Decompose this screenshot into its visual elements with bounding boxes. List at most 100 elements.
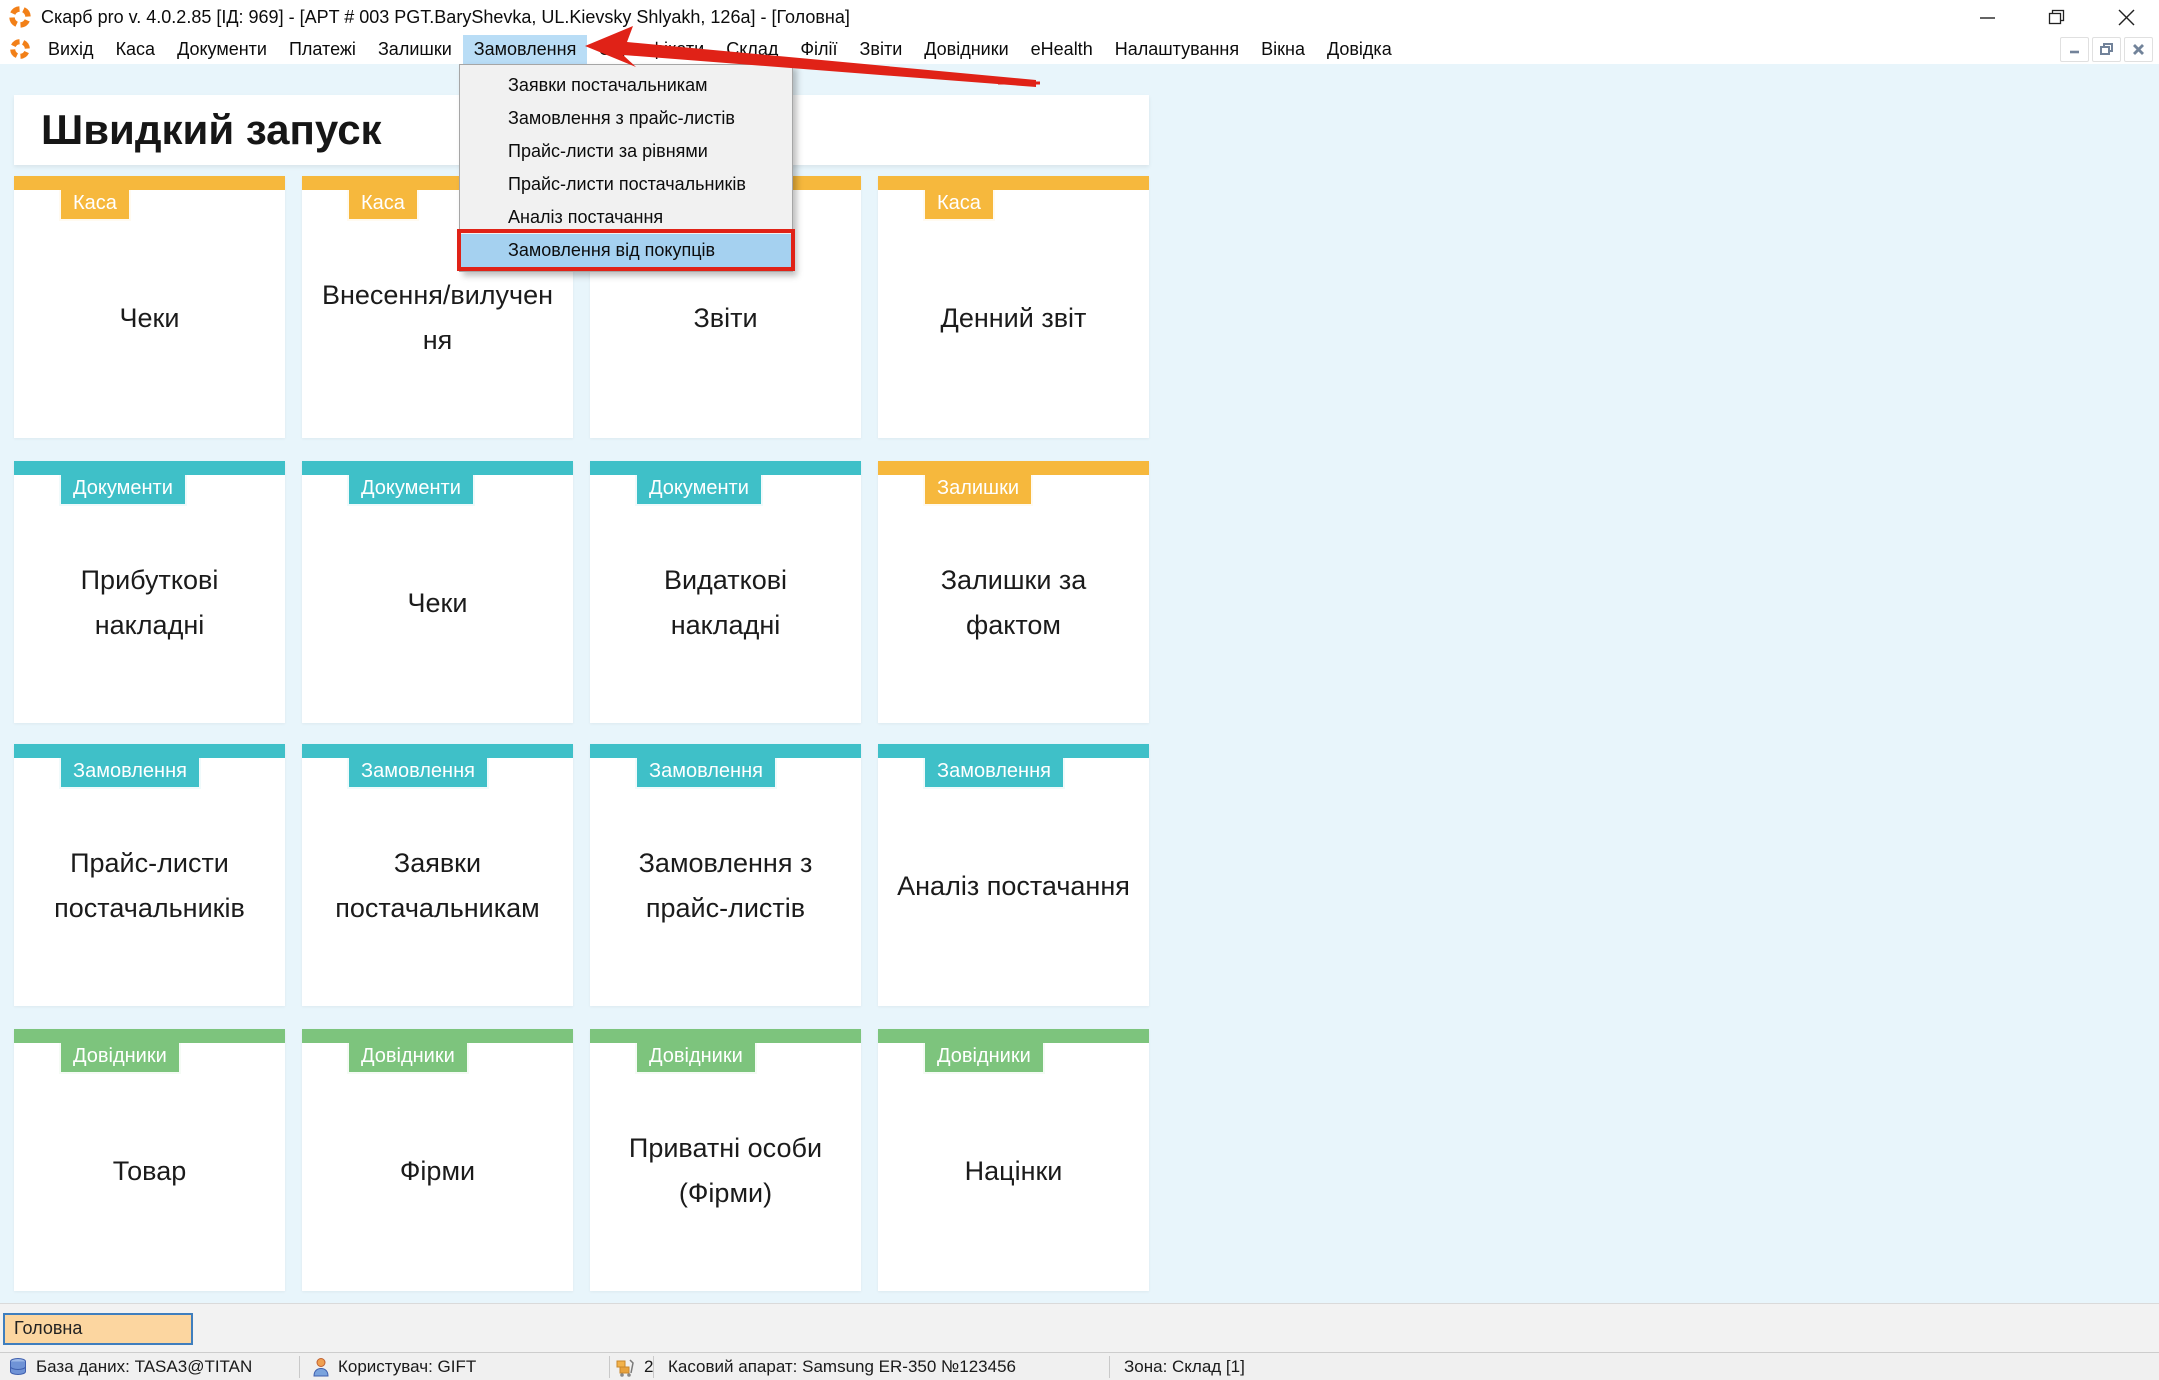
dropdown-item-2[interactable]: Прайс-листи за рівнями bbox=[460, 135, 792, 168]
close-button[interactable] bbox=[2118, 9, 2135, 26]
tile-label: Чеки bbox=[308, 505, 567, 701]
tile-category-strip bbox=[14, 1029, 285, 1043]
menu-item-14[interactable]: Довідка bbox=[1316, 35, 1403, 64]
tile-category-tag: Каса bbox=[347, 190, 419, 221]
tile-0[interactable]: КасаЧеки bbox=[14, 176, 285, 438]
app-logo-icon bbox=[8, 5, 32, 29]
status-segment-0: База даних: TASA3@TITAN bbox=[0, 1354, 300, 1380]
tile-category-tag: Каса bbox=[59, 190, 131, 221]
tile-category-strip bbox=[590, 461, 861, 475]
tile-label: Залишки за фактом bbox=[884, 505, 1143, 701]
status-text: Зона: Склад [1] bbox=[1124, 1357, 1245, 1377]
tile-label: Аналіз постачання bbox=[884, 788, 1143, 984]
tile-category-tag: Замовлення bbox=[59, 758, 201, 789]
tile-label: Приватні особи (Фірми) bbox=[596, 1073, 855, 1269]
user-icon bbox=[312, 1357, 330, 1377]
menu-item-1[interactable]: Каса bbox=[105, 35, 167, 64]
dropdown-item-3[interactable]: Прайс-листи постачальників bbox=[460, 168, 792, 201]
dropdown-item-5[interactable]: Замовлення від покупців bbox=[460, 234, 792, 267]
tile-category-strip bbox=[878, 1029, 1149, 1043]
tile-10[interactable]: ЗамовленняЗамовлення з прайс-листів bbox=[590, 744, 861, 1006]
tile-15[interactable]: ДовідникиНацінки bbox=[878, 1029, 1149, 1291]
tile-14[interactable]: ДовідникиПриватні особи (Фірми) bbox=[590, 1029, 861, 1291]
tile-category-tag: Документи bbox=[635, 475, 763, 506]
status-text: Касовий апарат: Samsung ER-350 №123456 bbox=[668, 1357, 1016, 1377]
tile-label: Товар bbox=[20, 1073, 279, 1269]
tile-6[interactable]: ДокументиВидаткові накладні bbox=[590, 461, 861, 723]
menu-item-2[interactable]: Документи bbox=[166, 35, 278, 64]
tile-category-tag: Документи bbox=[59, 475, 187, 506]
mdi-restore-button[interactable] bbox=[2092, 37, 2121, 62]
tile-category-strip bbox=[878, 176, 1149, 190]
tile-category-strip bbox=[302, 1029, 573, 1043]
menu-items: ВихідКасаДокументиПлатежіЗалишкиЗамовлен… bbox=[37, 35, 1403, 64]
tile-category-strip bbox=[14, 176, 285, 190]
tile-9[interactable]: ЗамовленняЗаявки постачальникам bbox=[302, 744, 573, 1006]
menu-item-7[interactable]: Склад bbox=[715, 35, 789, 64]
tile-label: Чеки bbox=[20, 220, 279, 416]
tile-label: Прайс-листи постачальників bbox=[20, 788, 279, 984]
minimize-button[interactable] bbox=[1979, 9, 1996, 26]
tile-category-strip bbox=[14, 461, 285, 475]
tile-4[interactable]: ДокументиПрибуткові накладні bbox=[14, 461, 285, 723]
tile-category-tag: Довідники bbox=[347, 1043, 469, 1074]
status-segment-3: Касовий апарат: Samsung ER-350 №123456 bbox=[654, 1354, 1110, 1380]
status-segment-1: Користувач: GIFT bbox=[300, 1354, 610, 1380]
dropdown-item-4[interactable]: Аналіз постачання bbox=[460, 201, 792, 234]
mdi-close-button[interactable] bbox=[2124, 37, 2153, 62]
database-icon bbox=[8, 1357, 28, 1377]
tile-category-strip bbox=[590, 744, 861, 758]
status-segment-2: 2 bbox=[610, 1354, 654, 1380]
menu-item-6[interactable]: Сертифікати bbox=[587, 35, 715, 64]
tile-category-strip bbox=[302, 744, 573, 758]
status-text: Користувач: GIFT bbox=[338, 1357, 476, 1377]
dropdown-item-1[interactable]: Замовлення з прайс-листів bbox=[460, 102, 792, 135]
tile-13[interactable]: ДовідникиФірми bbox=[302, 1029, 573, 1291]
tile-12[interactable]: ДовідникиТовар bbox=[14, 1029, 285, 1291]
tile-category-tag: Довідники bbox=[59, 1043, 181, 1074]
menu-item-10[interactable]: Довідники bbox=[913, 35, 1019, 64]
tile-5[interactable]: ДокументиЧеки bbox=[302, 461, 573, 723]
menu-item-0[interactable]: Вихід bbox=[37, 35, 105, 64]
status-text: База даних: TASA3@TITAN bbox=[36, 1357, 252, 1377]
tile-8[interactable]: ЗамовленняПрайс-листи постачальників bbox=[14, 744, 285, 1006]
dropdown-item-0[interactable]: Заявки постачальникам bbox=[460, 69, 792, 102]
menu-item-12[interactable]: Налаштування bbox=[1104, 35, 1250, 64]
tile-category-tag: Залишки bbox=[923, 475, 1033, 506]
tile-category-tag: Каса bbox=[923, 190, 995, 221]
title-bar: Скарб pro v. 4.0.2.85 [ІД: 969] - [APT #… bbox=[0, 0, 2159, 34]
tile-category-strip bbox=[14, 744, 285, 758]
mdi-minimize-button[interactable] bbox=[2060, 37, 2089, 62]
tile-category-strip bbox=[302, 461, 573, 475]
tile-label: Прибуткові накладні bbox=[20, 505, 279, 701]
tile-label: Фірми bbox=[308, 1073, 567, 1269]
tile-category-strip bbox=[878, 461, 1149, 475]
tile-category-strip bbox=[590, 1029, 861, 1043]
quick-launch-page: Швидкий запуск КасаЧекиКасаВнесення/вилу… bbox=[0, 64, 2159, 1303]
menu-item-13[interactable]: Вікна bbox=[1250, 35, 1316, 64]
tile-category-tag: Замовлення bbox=[923, 758, 1065, 789]
window-title: Скарб pro v. 4.0.2.85 [ІД: 969] - [APT #… bbox=[41, 7, 850, 28]
menu-item-9[interactable]: Звіти bbox=[849, 35, 914, 64]
tile-11[interactable]: ЗамовленняАналіз постачання bbox=[878, 744, 1149, 1006]
tile-category-tag: Замовлення bbox=[635, 758, 777, 789]
status-segment-4: Зона: Склад [1] bbox=[1110, 1354, 2159, 1380]
menu-item-11[interactable]: eHealth bbox=[1020, 35, 1104, 64]
tile-label: Денний звіт bbox=[884, 220, 1143, 416]
tile-label: Націнки bbox=[884, 1073, 1143, 1269]
status-bar: База даних: TASA3@TITAN Користувач: GIFT 2… bbox=[0, 1352, 2159, 1380]
menu-item-3[interactable]: Платежі bbox=[278, 35, 367, 64]
tab-home[interactable]: Головна bbox=[3, 1313, 193, 1345]
tile-3[interactable]: КасаДенний звіт bbox=[878, 176, 1149, 438]
restore-button[interactable] bbox=[2048, 9, 2066, 26]
menu-item-4[interactable]: Залишки bbox=[367, 35, 463, 64]
tile-label: Видаткові накладні bbox=[596, 505, 855, 701]
menu-item-8[interactable]: Філії bbox=[789, 35, 848, 64]
menu-bar: ВихідКасаДокументиПлатежіЗалишкиЗамовлен… bbox=[0, 34, 2159, 64]
tile-label: Замовлення з прайс-листів bbox=[596, 788, 855, 984]
tile-category-strip bbox=[878, 744, 1149, 758]
tile-7[interactable]: ЗалишкиЗалишки за фактом bbox=[878, 461, 1149, 723]
menu-item-5[interactable]: Замовлення bbox=[463, 35, 588, 64]
tile-category-tag: Документи bbox=[347, 475, 475, 506]
tile-category-tag: Замовлення bbox=[347, 758, 489, 789]
